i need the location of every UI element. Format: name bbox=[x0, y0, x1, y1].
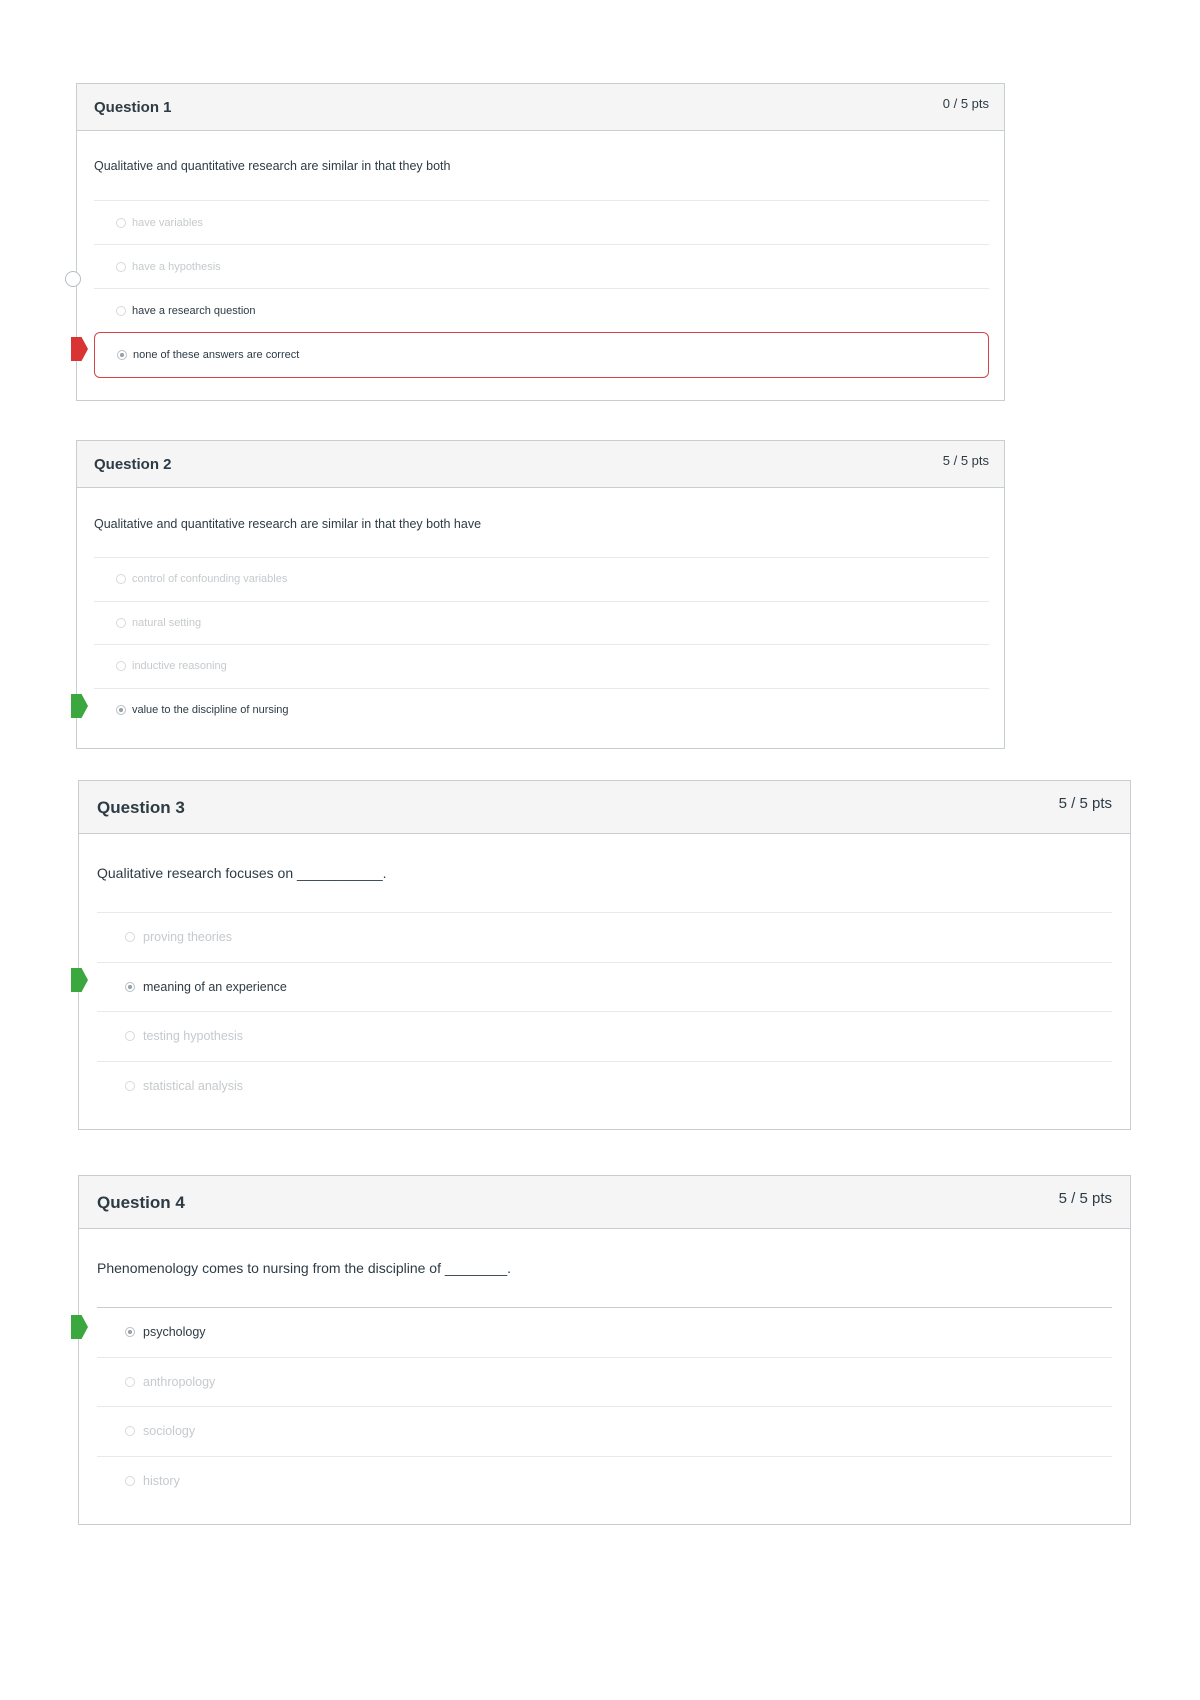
radio-selected-icon[interactable] bbox=[116, 704, 126, 715]
answer-option[interactable]: testing hypothesis bbox=[97, 1011, 1112, 1061]
question-1: Question 1 0 / 5 pts Qualitative and qua… bbox=[76, 83, 1005, 401]
question-points: 0 / 5 pts bbox=[942, 96, 989, 111]
question-header: Question 3 5 / 5 pts bbox=[79, 781, 1130, 834]
radio-icon[interactable] bbox=[125, 932, 135, 943]
radio-icon[interactable] bbox=[116, 617, 126, 628]
answer-option[interactable]: have variables bbox=[94, 200, 989, 244]
radio-icon[interactable] bbox=[116, 661, 126, 672]
radio-icon[interactable] bbox=[116, 574, 126, 585]
answer-label: testing hypothesis bbox=[143, 1029, 244, 1044]
answer-label: proving theories bbox=[143, 930, 232, 945]
question-prompt: Phenomenology comes to nursing from the … bbox=[97, 1260, 512, 1276]
radio-selected-icon[interactable] bbox=[125, 981, 135, 992]
answer-label: have a hypothesis bbox=[132, 260, 221, 273]
answer-option-selected-correct[interactable]: value to the discipline of nursing bbox=[94, 687, 989, 732]
question-title: Question 3 bbox=[97, 798, 185, 817]
answer-list: psychology anthropology sociology histor… bbox=[97, 1307, 1112, 1505]
question-prompt: Qualitative and quantitative research ar… bbox=[94, 517, 482, 531]
answer-label: natural setting bbox=[132, 616, 202, 629]
question-prompt: Qualitative research focuses on ________… bbox=[97, 865, 387, 881]
answer-option[interactable]: sociology bbox=[97, 1406, 1112, 1456]
answer-option[interactable]: have a hypothesis bbox=[94, 244, 989, 288]
question-points: 5 / 5 pts bbox=[1058, 1190, 1112, 1207]
answer-option[interactable]: proving theories bbox=[97, 912, 1112, 962]
answer-label: control of confounding variables bbox=[132, 573, 288, 586]
answer-list: have variables have a hypothesis have a … bbox=[94, 200, 989, 378]
answer-option[interactable]: history bbox=[97, 1455, 1112, 1506]
question-header: Question 4 5 / 5 pts bbox=[79, 1176, 1130, 1229]
answer-label: anthropology bbox=[143, 1374, 216, 1389]
question-title: Question 4 bbox=[97, 1193, 185, 1212]
radio-selected-icon[interactable] bbox=[125, 1327, 135, 1338]
answer-list: control of confounding variables natural… bbox=[94, 557, 989, 731]
quiz-results: Question 1 0 / 5 pts Qualitative and qua… bbox=[0, 0, 1200, 1700]
answer-option-selected-correct[interactable]: meaning of an experience bbox=[97, 961, 1112, 1012]
answer-option-selected-incorrect[interactable]: none of these answers are correct bbox=[94, 332, 989, 378]
question-prompt: Qualitative and quantitative research ar… bbox=[94, 159, 451, 173]
question-points: 5 / 5 pts bbox=[1058, 795, 1112, 812]
answer-option[interactable]: control of confounding variables bbox=[94, 557, 989, 601]
answer-option[interactable]: natural setting bbox=[94, 600, 989, 645]
answer-option[interactable]: statistical analysis bbox=[97, 1060, 1112, 1111]
answer-option[interactable]: inductive reasoning bbox=[94, 644, 989, 688]
answer-label: statistical analysis bbox=[143, 1078, 244, 1093]
answer-label: have variables bbox=[132, 216, 203, 229]
radio-icon[interactable] bbox=[116, 217, 126, 228]
question-points: 5 / 5 pts bbox=[942, 453, 989, 468]
answer-option[interactable]: have a research question bbox=[94, 288, 989, 332]
radio-icon[interactable] bbox=[125, 1080, 135, 1091]
question-header: Question 2 5 / 5 pts bbox=[77, 441, 1004, 488]
question-title: Question 2 bbox=[94, 456, 172, 473]
answer-label: history bbox=[143, 1473, 180, 1488]
answer-list: proving theories meaning of an experienc… bbox=[97, 912, 1112, 1110]
answer-option[interactable]: anthropology bbox=[97, 1356, 1112, 1407]
question-2: Question 2 5 / 5 pts Qualitative and qua… bbox=[76, 440, 1005, 749]
answer-label: inductive reasoning bbox=[132, 660, 227, 673]
radio-icon[interactable] bbox=[116, 261, 126, 272]
question-4: Question 4 5 / 5 pts Phenomenology comes… bbox=[78, 1175, 1131, 1525]
correct-answer-marker-icon bbox=[65, 271, 81, 287]
answer-option-selected-correct[interactable]: psychology bbox=[97, 1307, 1112, 1357]
radio-icon[interactable] bbox=[125, 1376, 135, 1387]
answer-label: have a research question bbox=[132, 304, 256, 317]
radio-selected-icon[interactable] bbox=[117, 350, 127, 360]
question-header: Question 1 0 / 5 pts bbox=[77, 84, 1004, 131]
question-title: Question 1 bbox=[94, 99, 172, 116]
radio-icon[interactable] bbox=[125, 1031, 135, 1042]
radio-icon[interactable] bbox=[116, 305, 126, 316]
answer-label: sociology bbox=[143, 1424, 196, 1439]
radio-icon[interactable] bbox=[125, 1426, 135, 1437]
answer-label: psychology bbox=[143, 1325, 206, 1340]
answer-label: none of these answers are correct bbox=[133, 349, 300, 361]
radio-icon[interactable] bbox=[125, 1475, 135, 1486]
answer-label: value to the discipline of nursing bbox=[132, 703, 289, 716]
answer-label: meaning of an experience bbox=[143, 979, 287, 994]
question-3: Question 3 5 / 5 pts Qualitative researc… bbox=[78, 780, 1131, 1130]
